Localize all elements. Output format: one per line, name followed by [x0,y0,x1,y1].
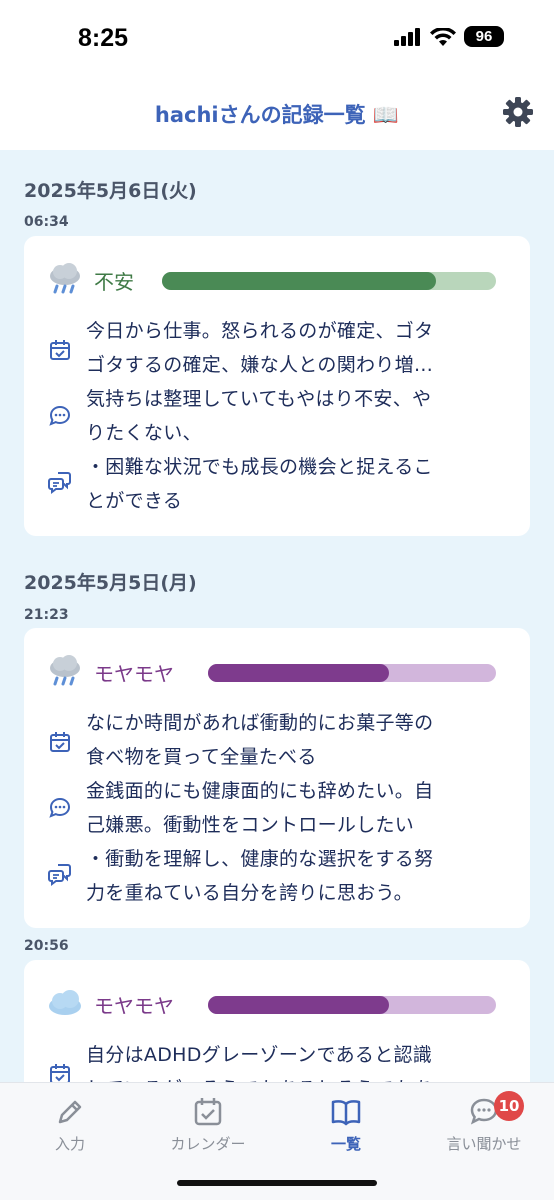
date-heading: 2025年5月5日(月) [24,572,197,594]
status-icons: 96 [394,26,504,47]
mood-level-fill [208,996,390,1014]
entry-time: 21:23 [24,607,69,623]
mood-label: モヤモヤ [94,994,174,1018]
mood-level-fill [208,664,390,682]
pencil-icon [58,1100,82,1124]
calendar-check-icon [50,732,70,752]
nav-label: 一覧 [330,1135,361,1153]
nav-label: 入力 [54,1135,85,1153]
mood-level-bar [162,272,496,290]
record-card[interactable]: モヤモヤ 自分はADHDグレーゾーンであると認識 しているが、そうでもあるしそう… [24,960,530,1082]
status-time: 8:25 [78,24,129,52]
mood-row: 不安 [46,263,496,294]
calendar-check-icon [194,1098,222,1126]
mood-row: モヤモヤ [46,988,496,1018]
page-title: hachiさんの記録一覧 📖 [154,103,400,127]
notification-badge: 10 [494,1091,524,1121]
nav-list[interactable]: 一覧 [286,1095,406,1154]
book-icon [331,1100,361,1126]
battery-indicator: 96 [464,26,504,47]
record-list[interactable]: 2025年5月6日(火) 06:34 不安 今日から仕事。怒られるのが確定、ゴタ… [0,150,554,1082]
conversation-icon [48,472,71,494]
mood-label: モヤモヤ [94,662,174,686]
entry-text: 今日から仕事。怒られるのが確定、ゴタ ゴタするの確定、嫌な人との関わり増… 気持… [86,320,434,512]
mood-level-fill [162,272,436,290]
signal-icon [394,27,420,46]
nav-label: カレンダー [170,1135,246,1153]
calendar-check-icon [50,1064,70,1082]
record-card[interactable]: モヤモヤ なにか時間があれば衝動的にお菓子等の 食べ物を買って全量たべる 金銭面… [24,628,530,928]
status-bar: 8:25 96 [0,0,554,72]
entry-text: なにか時間があれば衝動的にお菓子等の 食べ物を買って全量たべる 金銭面的にも健康… [86,712,434,904]
header: hachiさんの記録一覧 📖 [0,72,554,150]
speech-bubble-icon [49,797,71,818]
mood-row: モヤモヤ [46,655,496,686]
record-card[interactable]: 不安 今日から仕事。怒られるのが確定、ゴタ ゴタするの確定、嫌な人との関わり増…… [24,236,530,536]
entry-time: 20:56 [24,938,69,954]
rain-cloud-icon [50,263,80,294]
speech-bubble-icon [49,405,71,426]
nav-self-talk[interactable]: 10 言い聞かせ [424,1091,544,1154]
nav-input[interactable]: 入力 [10,1095,130,1154]
entry-time: 06:34 [24,214,69,230]
home-indicator [177,1180,377,1186]
date-heading: 2025年5月6日(火) [24,180,197,202]
mood-level-bar [208,996,496,1014]
calendar-check-icon [50,340,70,360]
nav-label: 言い聞かせ [446,1135,522,1153]
entry-text: 自分はADHDグレーゾーンであると認識 しているが、そうでもあるしそうでもあ [86,1044,433,1082]
mood-label: 不安 [94,270,134,294]
mood-level-bar [208,664,496,682]
wifi-icon [430,27,456,46]
cloud-icon [49,990,81,1015]
nav-calendar[interactable]: カレンダー [148,1095,268,1154]
conversation-icon [48,864,71,886]
gear-icon[interactable] [502,96,534,128]
rain-cloud-icon [50,655,80,686]
